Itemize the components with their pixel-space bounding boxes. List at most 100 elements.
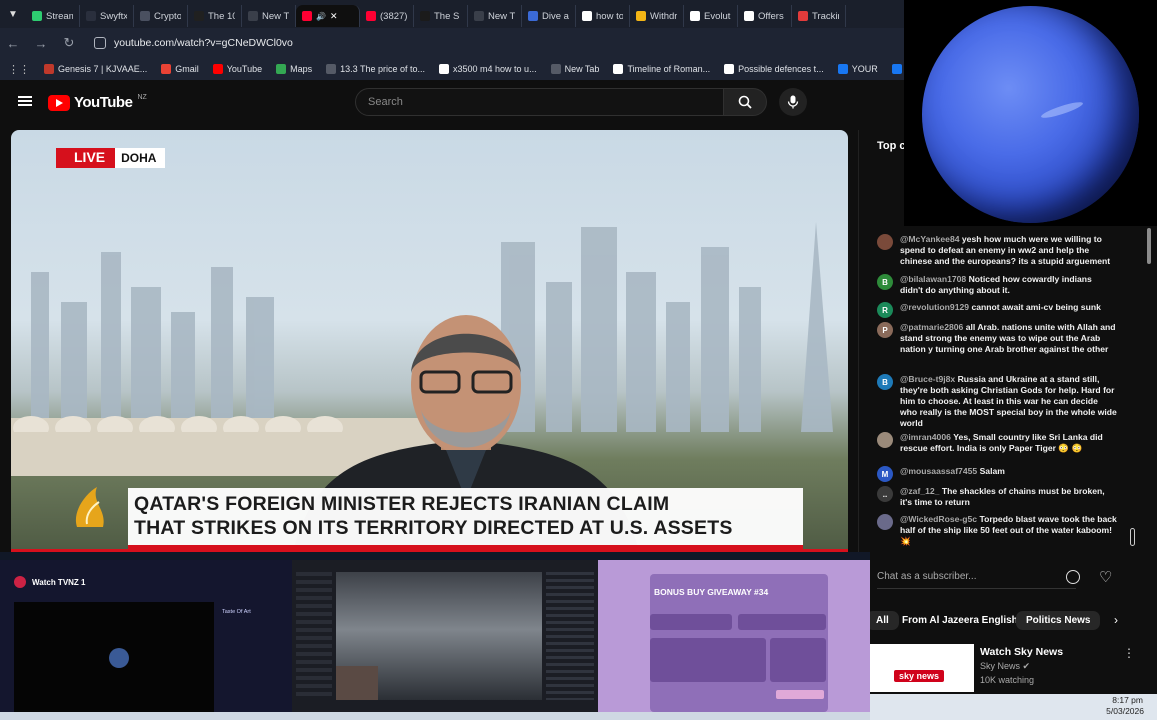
bookmark-item[interactable]: Timeline of Roman... bbox=[613, 64, 710, 74]
chat-message[interactable]: B @bilalawan1708 Noticed how cowardly ind… bbox=[877, 274, 1117, 296]
browser-tab[interactable]: The 10 bbox=[188, 5, 242, 27]
browser-tab[interactable]: The S bbox=[414, 5, 468, 27]
heart-icon[interactable]: ♡ bbox=[1099, 568, 1112, 586]
bookmark-item[interactable]: YOUR bbox=[837, 64, 878, 74]
tab-search-icon[interactable]: ▼ bbox=[0, 0, 26, 28]
chat-avatar[interactable]: M bbox=[877, 466, 893, 482]
browser-tab[interactable]: 🔊 ✕ bbox=[296, 5, 360, 27]
chat-message[interactable]: @imran4006 Yes, Small country like Sri L… bbox=[877, 432, 1117, 454]
apps-grid-icon[interactable]: ⋮⋮ bbox=[8, 63, 30, 76]
browser-tab[interactable]: Withdr bbox=[630, 5, 684, 27]
forward-icon[interactable]: → bbox=[34, 36, 48, 51]
site-info-icon[interactable] bbox=[94, 37, 106, 49]
rec-title[interactable]: Watch Sky News bbox=[980, 646, 1063, 658]
video-player[interactable]: LIVE DOHA QATAR'S FOREIGN MINISTER REJEC… bbox=[11, 130, 848, 552]
more-options-icon[interactable]: ⋮ bbox=[1123, 646, 1135, 660]
bookmark-label: x3500 m4 how to u... bbox=[453, 64, 537, 74]
chat-header[interactable]: Top c bbox=[877, 140, 906, 152]
chip-al-jazeera[interactable]: From Al Jazeera English bbox=[892, 611, 1028, 630]
chat-input[interactable]: Chat as a subscriber... bbox=[877, 567, 1076, 589]
chat-author[interactable]: @mousaassaf7455 bbox=[900, 466, 977, 476]
chat-author[interactable]: @WickedRose-g5c bbox=[900, 514, 977, 524]
bookmark-label: YOUR bbox=[851, 64, 878, 74]
browser-tab[interactable]: Dive a bbox=[522, 5, 576, 27]
browser-tab[interactable]: (3827) bbox=[360, 5, 414, 27]
chat-author[interactable]: @patmarie2806 bbox=[900, 322, 963, 332]
bookmark-item[interactable]: YouTube bbox=[212, 64, 262, 74]
tab-label: Swyftx bbox=[100, 10, 127, 22]
emoji-icon[interactable] bbox=[1066, 570, 1080, 584]
bookmark-item[interactable]: Possible defences t... bbox=[724, 64, 824, 74]
url-text[interactable]: youtube.com/watch?v=gCNeDWCl0vo bbox=[114, 37, 293, 49]
search-button[interactable] bbox=[723, 88, 767, 116]
chat-avatar[interactable]: P bbox=[877, 322, 893, 338]
chat-author[interactable]: @McYankee84 bbox=[900, 234, 960, 244]
rec-channel[interactable]: Sky News ✔ bbox=[980, 661, 1030, 672]
tab-label: Evoluti bbox=[704, 10, 731, 22]
chat-scrollbar[interactable] bbox=[1147, 228, 1151, 264]
url-field[interactable]: youtube.com/watch?v=gCNeDWCl0vo bbox=[94, 37, 293, 49]
menu-icon[interactable] bbox=[18, 96, 32, 106]
browser-tab[interactable]: Swyftx bbox=[80, 5, 134, 27]
filter-chips: All From Al Jazeera English Politics New… bbox=[866, 604, 1157, 634]
chat-avatar[interactable] bbox=[877, 234, 893, 250]
chat-message-text: @Bruce-t9j8x Russia and Ukraine at a sta… bbox=[900, 374, 1117, 429]
back-icon[interactable]: ← bbox=[6, 36, 20, 51]
chat-author[interactable]: @revolution9129 bbox=[900, 302, 969, 312]
browser-tab[interactable]: New T bbox=[242, 5, 296, 27]
chat-avatar[interactable]: .. bbox=[877, 486, 893, 502]
reload-icon[interactable]: ↻ bbox=[62, 35, 76, 51]
tab-label: The 10 bbox=[208, 10, 235, 22]
window-thumbnail-stream[interactable] bbox=[292, 560, 598, 713]
close-tab-icon[interactable]: ✕ bbox=[330, 11, 338, 22]
chat-message[interactable]: M @mousaassaf7455 Salam bbox=[877, 466, 1117, 482]
bookmark-item[interactable]: Genesis 7 | KJVAAE... bbox=[44, 64, 147, 74]
chat-message[interactable]: .. @zaf_12_ The shackles of chains must b… bbox=[877, 486, 1117, 508]
tvnz-video bbox=[14, 602, 214, 713]
browser-tab[interactable]: Crypto bbox=[134, 5, 188, 27]
voice-search-button[interactable] bbox=[779, 88, 807, 116]
chat-avatar[interactable]: R bbox=[877, 302, 893, 318]
search-input[interactable]: Search bbox=[355, 88, 724, 116]
chat-message[interactable]: @WickedRose-g5c Torpedo blast wave took … bbox=[877, 514, 1117, 547]
window-thumbnail-giveaway[interactable]: BONUS BUY GIVEAWAY #34 bbox=[598, 560, 870, 713]
chat-message[interactable]: P @patmarie2806 all Arab. nations unite w… bbox=[877, 322, 1117, 355]
bookmark-item[interactable]: Maps bbox=[276, 64, 312, 74]
window-thumbnail-tvnz[interactable]: Watch TVNZ 1 Taste Of Art bbox=[0, 560, 292, 713]
chat-message[interactable]: B @Bruce-t9j8x Russia and Ukraine at a st… bbox=[877, 374, 1117, 429]
bookmark-icon bbox=[439, 64, 450, 74]
browser-tab[interactable]: New T bbox=[468, 5, 522, 27]
chat-avatar[interactable]: B bbox=[877, 374, 893, 390]
chat-avatar[interactable] bbox=[877, 432, 893, 448]
bookmark-item[interactable]: 13.3 The price of to... bbox=[326, 64, 425, 74]
chat-avatar[interactable]: B bbox=[877, 274, 893, 290]
chat-message[interactable]: @McYankee84 yesh how much were we willin… bbox=[877, 234, 1117, 267]
browser-tab[interactable]: how to bbox=[576, 5, 630, 27]
chat-message[interactable]: R @revolution9129 cannot await ami-cv bei… bbox=[877, 302, 1117, 318]
browser-tab[interactable]: Trackin bbox=[792, 5, 846, 27]
browser-tab[interactable]: Offers bbox=[738, 5, 792, 27]
youtube-logo[interactable]: YouTube NZ bbox=[48, 94, 147, 111]
bookmark-item[interactable]: New Tab bbox=[550, 64, 599, 74]
giveaway-card bbox=[650, 614, 732, 630]
bookmark-item[interactable]: x3500 m4 how to u... bbox=[439, 64, 537, 74]
bookmark-item[interactable]: Gmail bbox=[161, 64, 199, 74]
clock-date[interactable]: 5/03/2026 bbox=[1106, 706, 1144, 716]
bookmark-label: Gmail bbox=[175, 64, 199, 74]
chat-author[interactable]: @bilalawan1708 bbox=[900, 274, 966, 284]
chat-scroll-indicator[interactable] bbox=[1130, 528, 1135, 546]
bookmark-item[interactable]: Facebook green bbox=[891, 64, 904, 74]
chat-author[interactable]: @Bruce-t9j8x bbox=[900, 374, 955, 384]
sky-news-logo: sky news bbox=[894, 670, 945, 682]
chat-avatar[interactable] bbox=[877, 514, 893, 530]
chat-message-text: @mousaassaf7455 Salam bbox=[900, 466, 1117, 482]
browser-tab[interactable]: Evoluti bbox=[684, 5, 738, 27]
chip-politics[interactable]: Politics News bbox=[1016, 611, 1101, 630]
clock-time[interactable]: 8:17 pm bbox=[1112, 695, 1143, 705]
chevron-right-icon[interactable]: › bbox=[1114, 613, 1118, 627]
browser-tab[interactable]: Stream bbox=[26, 5, 80, 27]
chat-author[interactable]: @zaf_12_ bbox=[900, 486, 939, 496]
chat-author[interactable]: @imran4006 bbox=[900, 432, 951, 442]
rec-thumbnail[interactable]: sky news bbox=[870, 644, 974, 692]
audio-playing-icon[interactable]: 🔊 bbox=[316, 12, 326, 21]
